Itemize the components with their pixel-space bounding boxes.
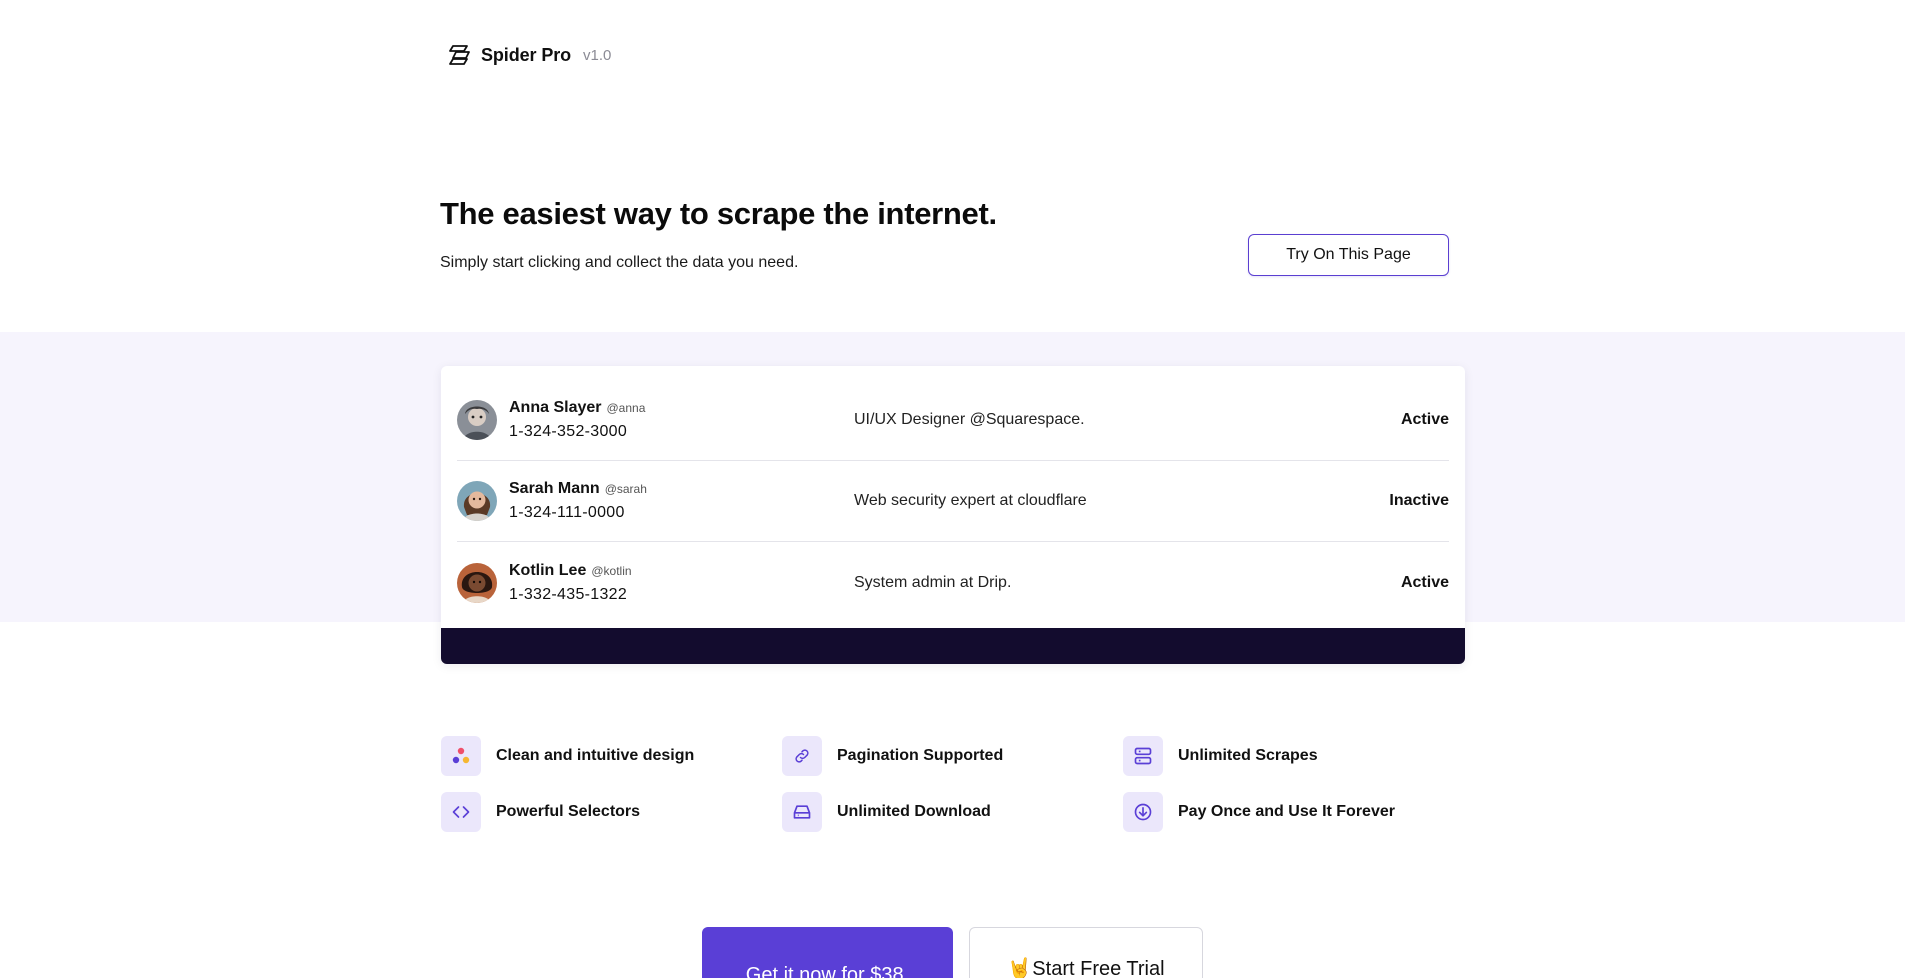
user-phone: 1-332-435-1322 — [509, 585, 628, 603]
user-role: UI/UX Designer @Squarespace. — [854, 411, 1085, 428]
feature-item: Unlimited Scrapes — [1123, 736, 1465, 776]
feature-label: Unlimited Scrapes — [1178, 747, 1318, 764]
feature-label: Clean and intuitive design — [496, 747, 695, 764]
user-info: Kotlin Lee @kotlin 1-332-435-1322 — [509, 562, 839, 604]
user-row[interactable]: Kotlin Lee @kotlin 1-332-435-1322 System… — [457, 542, 1449, 623]
user-handle: @sarah — [604, 482, 647, 496]
features-grid: Clean and intuitive design Pagination Su… — [441, 736, 1465, 832]
user-role: System admin at Drip. — [854, 573, 1012, 591]
feature-label: Powerful Selectors — [496, 803, 641, 820]
user-handle: @anna — [606, 401, 646, 415]
hero-subtitle: Simply start clicking and collect the da… — [440, 254, 799, 271]
try-on-this-page-button[interactable]: Try On This Page — [1248, 234, 1449, 276]
user-name: Kotlin Lee — [509, 561, 587, 579]
feature-label: Pay Once and Use It Forever — [1178, 803, 1395, 820]
card-footer-bar — [441, 628, 1465, 664]
version-label: v1.0 — [583, 46, 612, 64]
layered-logo-icon — [447, 42, 473, 68]
user-status: Active — [1400, 573, 1449, 591]
user-status: Inactive — [1389, 492, 1449, 509]
feature-item: Clean and intuitive design — [441, 736, 782, 776]
brand-name: Spider Pro — [481, 44, 572, 65]
server-icon — [1123, 736, 1163, 776]
user-info: Anna Slayer @anna 1-324-352-3000 — [509, 399, 839, 441]
user-list: Anna Slayer @anna 1-324-352-3000 UI/UX D… — [457, 380, 1449, 623]
users-card: Anna Slayer @anna 1-324-352-3000 UI/UX D… — [441, 366, 1465, 664]
hero-title: The easiest way to scrape the internet. — [440, 196, 997, 231]
user-phone: 1-324-111-0000 — [509, 504, 625, 521]
feature-item: Pay Once and Use It Forever — [1123, 792, 1465, 832]
user-role: Web security expert at cloudflare — [854, 492, 1087, 509]
brand[interactable]: Spider Pro v1.0 — [447, 42, 611, 68]
start-free-trial-button[interactable]: 🤘Start Free Trial — [969, 927, 1203, 978]
user-name: Sarah Mann — [509, 480, 600, 497]
feature-item: Unlimited Download — [782, 792, 1123, 832]
avatar — [457, 562, 497, 603]
user-handle: @kotlin — [591, 563, 632, 578]
avatar — [457, 481, 497, 521]
landing-page: Spider Pro v1.0 The easiest way to scrap… — [0, 0, 1905, 978]
download-circle-icon — [1123, 792, 1163, 832]
feature-item: Pagination Supported — [782, 736, 1123, 776]
code-icon — [441, 792, 481, 832]
user-row[interactable]: Anna Slayer @anna 1-324-352-3000 UI/UX D… — [457, 380, 1449, 461]
user-name: Anna Slayer — [509, 399, 602, 416]
user-info: Sarah Mann @sarah 1-324-111-0000 — [509, 480, 839, 522]
feature-item: Powerful Selectors — [441, 792, 782, 832]
inbox-tray-icon — [782, 792, 822, 832]
get-it-now-button[interactable]: Get it now for $38. — [702, 927, 953, 978]
link-icon — [782, 736, 822, 776]
feature-label: Unlimited Download — [837, 803, 991, 820]
user-row[interactable]: Sarah Mann @sarah 1-324-111-0000 Web sec… — [457, 461, 1449, 542]
avatar — [457, 400, 497, 440]
user-phone: 1-324-352-3000 — [509, 423, 628, 440]
user-status: Active — [1400, 411, 1449, 428]
feature-label: Pagination Supported — [837, 747, 1004, 764]
dots-palette-icon — [441, 736, 481, 776]
